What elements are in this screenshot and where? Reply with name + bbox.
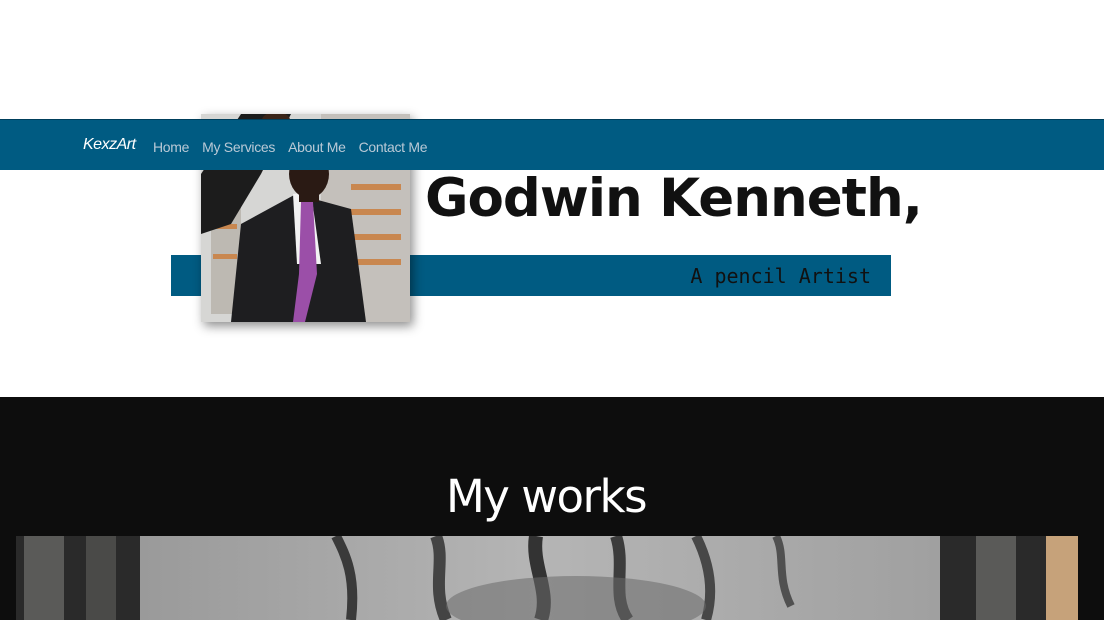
nav-item-contact: Contact Me [359,137,428,156]
nav-item-about: About Me [288,137,346,156]
hero-section: Godwin Kenneth, A pencil Artist [0,0,1104,397]
nav-links: Home My Services About Me Contact Me [153,137,428,156]
top-navbar: KexzArt Home My Services About Me Contac… [0,119,1104,170]
nav-link-about-me[interactable]: About Me [288,139,346,155]
artist-subtitle: A pencil Artist [690,264,871,288]
nav-link-home[interactable]: Home [153,139,189,155]
nav-link-my-services[interactable]: My Services [202,139,275,155]
artwork-image [16,536,1078,620]
artist-name-heading: Godwin Kenneth, [425,168,923,229]
nav-link-contact-me[interactable]: Contact Me [359,139,428,155]
artwork-picture [16,536,1078,620]
nav-item-services: My Services [202,137,275,156]
works-section: My works [0,397,1104,620]
works-heading: My works [445,470,648,523]
brand-logo-link[interactable]: KexzArt [83,136,136,154]
nav-item-home: Home [153,137,189,156]
